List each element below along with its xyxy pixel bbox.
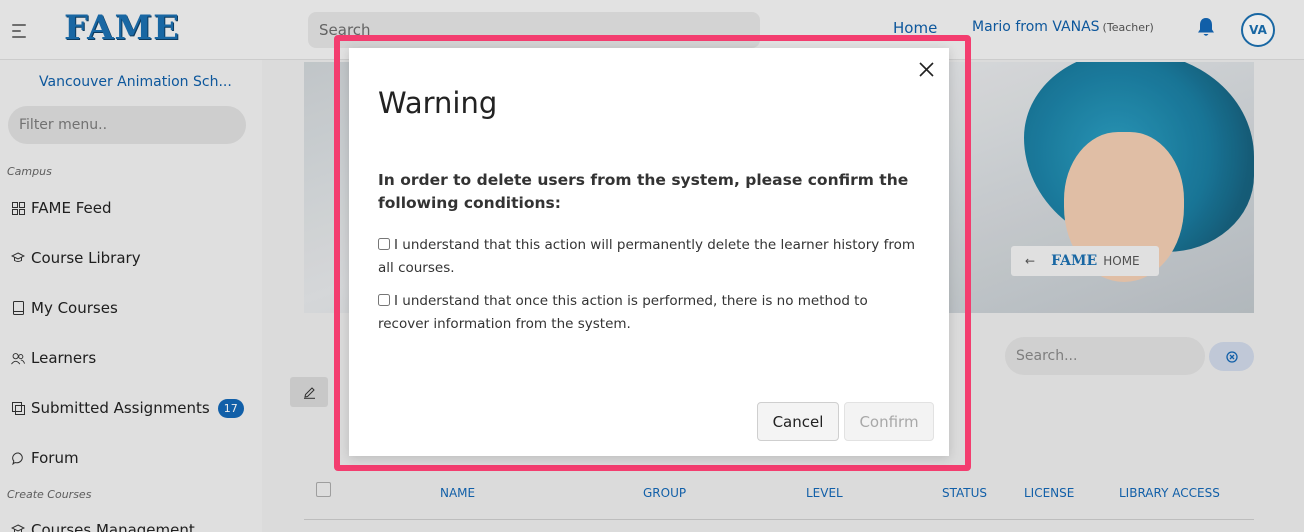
- dialog-title: Warning: [378, 86, 498, 120]
- condition-1-checkbox[interactable]: [378, 238, 390, 250]
- close-icon[interactable]: [919, 62, 934, 77]
- condition-2-label: I understand that once this action is pe…: [378, 293, 868, 332]
- condition-2: I understand that once this action is pe…: [378, 290, 923, 336]
- condition-1-label: I understand that this action will perma…: [378, 237, 915, 276]
- dialog-intro: In order to delete users from the system…: [378, 171, 909, 212]
- condition-1: I understand that this action will perma…: [378, 234, 923, 280]
- confirm-button[interactable]: Confirm: [844, 402, 934, 441]
- warning-dialog: Warning In order to delete users from th…: [349, 48, 949, 456]
- condition-2-checkbox[interactable]: [378, 294, 390, 306]
- cancel-button[interactable]: Cancel: [757, 402, 839, 441]
